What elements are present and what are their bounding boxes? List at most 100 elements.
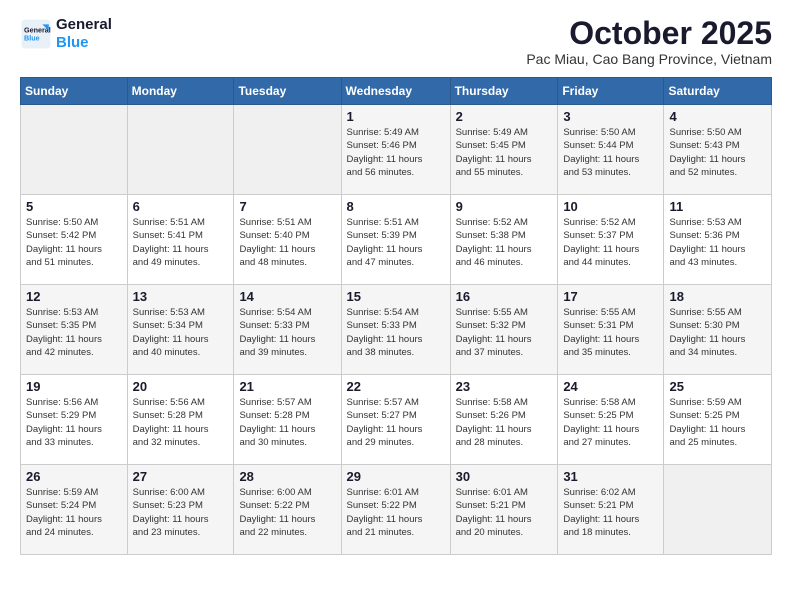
calendar-cell: 6 Sunrise: 5:51 AM Sunset: 5:41 PM Daylig… bbox=[127, 195, 234, 285]
calendar-week-1: 1Sunrise: 5:49 AM Sunset: 5:46 PM Daylig… bbox=[21, 105, 772, 195]
day-info: Sunrise: 5:50 AM Sunset: 5:43 PM Dayligh… bbox=[669, 126, 766, 179]
day-info: Sunrise: 6:01 AM Sunset: 5:21 PM Dayligh… bbox=[456, 486, 553, 539]
day-number: 3 bbox=[563, 109, 658, 124]
day-number: 30 bbox=[456, 469, 553, 484]
calendar-cell: 2 Sunrise: 5:49 AM Sunset: 5:45 PM Daylig… bbox=[450, 105, 558, 195]
calendar-cell: 24 Sunrise: 5:58 AM Sunset: 5:25 PM Dayli… bbox=[558, 375, 664, 465]
calendar-cell: 29Sunrise: 6:01 AM Sunset: 5:22 PM Dayli… bbox=[341, 465, 450, 555]
page-header: General Blue General Blue October 2025 P… bbox=[20, 16, 772, 67]
svg-text:Blue: Blue bbox=[24, 33, 40, 42]
day-header-saturday: Saturday bbox=[664, 78, 772, 105]
month-title: October 2025 bbox=[526, 16, 772, 51]
day-number: 8 bbox=[347, 199, 445, 214]
day-info: Sunrise: 5:55 AM Sunset: 5:32 PM Dayligh… bbox=[456, 306, 553, 359]
day-number: 7 bbox=[239, 199, 335, 214]
calendar-cell: 25 Sunrise: 5:59 AM Sunset: 5:25 PM Dayli… bbox=[664, 375, 772, 465]
day-number: 23 bbox=[456, 379, 553, 394]
day-info: Sunrise: 5:49 AM Sunset: 5:46 PM Dayligh… bbox=[347, 126, 445, 179]
day-number: 24 bbox=[563, 379, 658, 394]
calendar-cell: 11 Sunrise: 5:53 AM Sunset: 5:36 PM Dayli… bbox=[664, 195, 772, 285]
day-number: 13 bbox=[133, 289, 229, 304]
day-info: Sunrise: 5:50 AM Sunset: 5:44 PM Dayligh… bbox=[563, 126, 658, 179]
days-of-week-row: SundayMondayTuesdayWednesdayThursdayFrid… bbox=[21, 78, 772, 105]
day-header-tuesday: Tuesday bbox=[234, 78, 341, 105]
day-info: Sunrise: 5:51 AM Sunset: 5:40 PM Dayligh… bbox=[239, 216, 335, 269]
day-number: 17 bbox=[563, 289, 658, 304]
calendar-cell: 3 Sunrise: 5:50 AM Sunset: 5:44 PM Daylig… bbox=[558, 105, 664, 195]
calendar-cell: 31Sunrise: 6:02 AM Sunset: 5:21 PM Dayli… bbox=[558, 465, 664, 555]
day-info: Sunrise: 5:52 AM Sunset: 5:37 PM Dayligh… bbox=[563, 216, 658, 269]
day-info: Sunrise: 5:55 AM Sunset: 5:31 PM Dayligh… bbox=[563, 306, 658, 359]
day-info: Sunrise: 5:58 AM Sunset: 5:26 PM Dayligh… bbox=[456, 396, 553, 449]
calendar-cell: 10 Sunrise: 5:52 AM Sunset: 5:37 PM Dayli… bbox=[558, 195, 664, 285]
day-number: 6 bbox=[133, 199, 229, 214]
calendar-cell: 18Sunrise: 5:55 AM Sunset: 5:30 PM Dayli… bbox=[664, 285, 772, 375]
calendar-cell: 16 Sunrise: 5:55 AM Sunset: 5:32 PM Dayli… bbox=[450, 285, 558, 375]
calendar-cell: 21 Sunrise: 5:57 AM Sunset: 5:28 PM Dayli… bbox=[234, 375, 341, 465]
calendar-cell: 7 Sunrise: 5:51 AM Sunset: 5:40 PM Daylig… bbox=[234, 195, 341, 285]
logo: General Blue General Blue bbox=[20, 16, 112, 52]
calendar-cell bbox=[21, 105, 128, 195]
calendar-cell bbox=[664, 465, 772, 555]
day-number: 25 bbox=[669, 379, 766, 394]
calendar-body: 1Sunrise: 5:49 AM Sunset: 5:46 PM Daylig… bbox=[21, 105, 772, 555]
day-info: Sunrise: 5:53 AM Sunset: 5:36 PM Dayligh… bbox=[669, 216, 766, 269]
day-header-sunday: Sunday bbox=[21, 78, 128, 105]
calendar-week-3: 12Sunrise: 5:53 AM Sunset: 5:35 PM Dayli… bbox=[21, 285, 772, 375]
calendar-cell bbox=[234, 105, 341, 195]
day-info: Sunrise: 6:00 AM Sunset: 5:22 PM Dayligh… bbox=[239, 486, 335, 539]
day-info: Sunrise: 6:00 AM Sunset: 5:23 PM Dayligh… bbox=[133, 486, 229, 539]
calendar-header: SundayMondayTuesdayWednesdayThursdayFrid… bbox=[21, 78, 772, 105]
calendar-cell: 4 Sunrise: 5:50 AM Sunset: 5:43 PM Daylig… bbox=[664, 105, 772, 195]
calendar-cell: 15Sunrise: 5:54 AM Sunset: 5:33 PM Dayli… bbox=[341, 285, 450, 375]
day-info: Sunrise: 5:51 AM Sunset: 5:41 PM Dayligh… bbox=[133, 216, 229, 269]
day-number: 5 bbox=[26, 199, 122, 214]
day-info: Sunrise: 5:57 AM Sunset: 5:28 PM Dayligh… bbox=[239, 396, 335, 449]
day-number: 2 bbox=[456, 109, 553, 124]
calendar-cell: 26Sunrise: 5:59 AM Sunset: 5:24 PM Dayli… bbox=[21, 465, 128, 555]
calendar-cell: 27 Sunrise: 6:00 AM Sunset: 5:23 PM Dayli… bbox=[127, 465, 234, 555]
calendar-cell: 14Sunrise: 5:54 AM Sunset: 5:33 PM Dayli… bbox=[234, 285, 341, 375]
day-number: 10 bbox=[563, 199, 658, 214]
calendar-cell: 22Sunrise: 5:57 AM Sunset: 5:27 PM Dayli… bbox=[341, 375, 450, 465]
day-info: Sunrise: 5:58 AM Sunset: 5:25 PM Dayligh… bbox=[563, 396, 658, 449]
day-number: 29 bbox=[347, 469, 445, 484]
day-number: 26 bbox=[26, 469, 122, 484]
day-info: Sunrise: 5:59 AM Sunset: 5:25 PM Dayligh… bbox=[669, 396, 766, 449]
calendar-cell: 17 Sunrise: 5:55 AM Sunset: 5:31 PM Dayli… bbox=[558, 285, 664, 375]
day-info: Sunrise: 5:56 AM Sunset: 5:29 PM Dayligh… bbox=[26, 396, 122, 449]
day-number: 27 bbox=[133, 469, 229, 484]
day-info: Sunrise: 5:54 AM Sunset: 5:33 PM Dayligh… bbox=[347, 306, 445, 359]
day-header-thursday: Thursday bbox=[450, 78, 558, 105]
day-number: 31 bbox=[563, 469, 658, 484]
day-number: 20 bbox=[133, 379, 229, 394]
day-number: 21 bbox=[239, 379, 335, 394]
location-subtitle: Pac Miau, Cao Bang Province, Vietnam bbox=[526, 51, 772, 67]
day-number: 28 bbox=[239, 469, 335, 484]
day-number: 9 bbox=[456, 199, 553, 214]
day-header-wednesday: Wednesday bbox=[341, 78, 450, 105]
day-number: 11 bbox=[669, 199, 766, 214]
calendar-cell: 9Sunrise: 5:52 AM Sunset: 5:38 PM Daylig… bbox=[450, 195, 558, 285]
calendar-cell: 20 Sunrise: 5:56 AM Sunset: 5:28 PM Dayli… bbox=[127, 375, 234, 465]
day-info: Sunrise: 5:49 AM Sunset: 5:45 PM Dayligh… bbox=[456, 126, 553, 179]
day-number: 16 bbox=[456, 289, 553, 304]
day-info: Sunrise: 5:57 AM Sunset: 5:27 PM Dayligh… bbox=[347, 396, 445, 449]
logo-text: General Blue bbox=[56, 16, 112, 52]
day-info: Sunrise: 5:53 AM Sunset: 5:35 PM Dayligh… bbox=[26, 306, 122, 359]
calendar-table: SundayMondayTuesdayWednesdayThursdayFrid… bbox=[20, 77, 772, 555]
calendar-cell: 13 Sunrise: 5:53 AM Sunset: 5:34 PM Dayli… bbox=[127, 285, 234, 375]
calendar-week-5: 26Sunrise: 5:59 AM Sunset: 5:24 PM Dayli… bbox=[21, 465, 772, 555]
title-block: October 2025 Pac Miau, Cao Bang Province… bbox=[526, 16, 772, 67]
day-info: Sunrise: 5:53 AM Sunset: 5:34 PM Dayligh… bbox=[133, 306, 229, 359]
day-number: 4 bbox=[669, 109, 766, 124]
calendar-cell bbox=[127, 105, 234, 195]
calendar-cell: 28 Sunrise: 6:00 AM Sunset: 5:22 PM Dayli… bbox=[234, 465, 341, 555]
calendar-week-4: 19Sunrise: 5:56 AM Sunset: 5:29 PM Dayli… bbox=[21, 375, 772, 465]
day-number: 14 bbox=[239, 289, 335, 304]
calendar-cell: 5 Sunrise: 5:50 AM Sunset: 5:42 PM Daylig… bbox=[21, 195, 128, 285]
day-header-friday: Friday bbox=[558, 78, 664, 105]
calendar-cell: 23 Sunrise: 5:58 AM Sunset: 5:26 PM Dayli… bbox=[450, 375, 558, 465]
day-info: Sunrise: 5:50 AM Sunset: 5:42 PM Dayligh… bbox=[26, 216, 122, 269]
day-info: Sunrise: 5:56 AM Sunset: 5:28 PM Dayligh… bbox=[133, 396, 229, 449]
